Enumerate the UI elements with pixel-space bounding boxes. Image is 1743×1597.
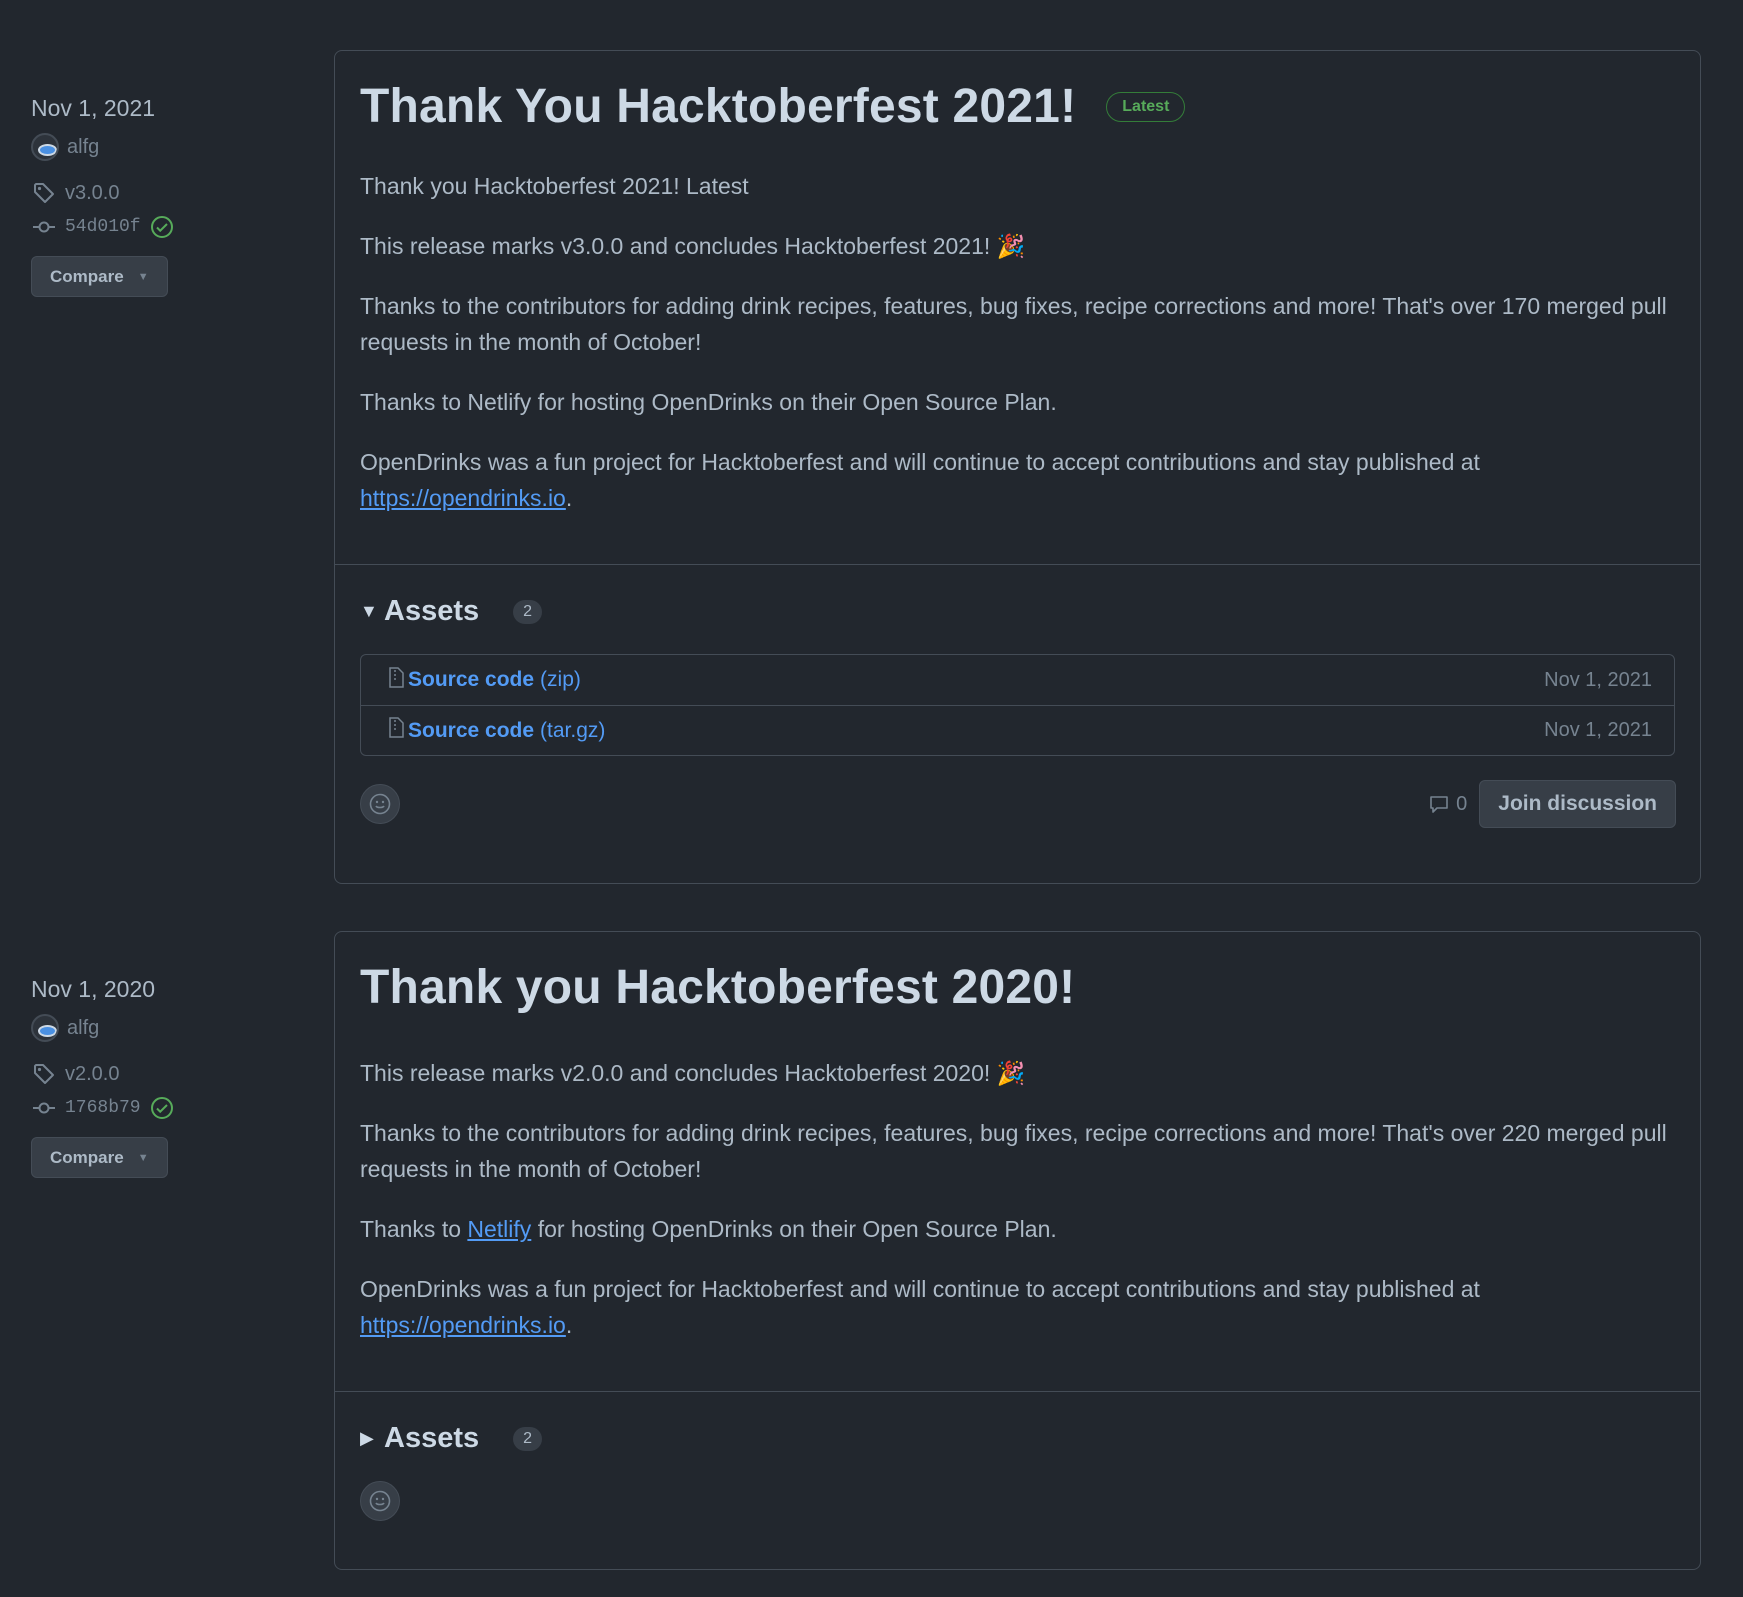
commit-row[interactable]: 54d010f <box>31 210 291 244</box>
add-reaction-button[interactable] <box>360 1481 400 1521</box>
paragraph-text: OpenDrinks was a fun project for Hacktob… <box>360 1276 1480 1302</box>
release-note-paragraph: OpenDrinks was a fun project for Hacktob… <box>360 444 1675 516</box>
asset-date: Nov 1, 2021 <box>1544 719 1652 741</box>
asset-list: Source code (zip) Nov 1, 2021 Source cod… <box>360 654 1675 756</box>
release-date: Nov 1, 2020 <box>31 976 156 1002</box>
netlify-link[interactable]: Netlify <box>467 1216 531 1242</box>
compare-label: Compare <box>50 1147 124 1167</box>
commit-icon <box>31 214 57 240</box>
assets-count-badge: 2 <box>513 1426 543 1451</box>
paragraph-text: for hosting OpenDrinks on their Open Sou… <box>537 1216 1057 1242</box>
assets-toggle[interactable]: ▼ Assets 2 <box>360 595 1675 628</box>
release-date: Nov 1, 2021 <box>31 95 156 121</box>
source-code-targz-link[interactable]: Source code <box>408 719 534 743</box>
paragraph-text: . <box>565 1312 573 1338</box>
caret-right-icon: ▶ <box>360 1428 374 1448</box>
verified-check-icon[interactable] <box>149 214 175 240</box>
paragraph-text: . <box>565 485 573 511</box>
file-zip-icon <box>386 717 406 744</box>
release-footer: 0 Join discussion <box>335 756 1700 852</box>
comment-count[interactable]: 0 <box>1428 793 1467 816</box>
assets-section: ▼ Assets 2 Source code (zip) Nov 1, 2021 <box>335 565 1700 756</box>
release-note-paragraph: Thank you Hacktoberfest 2021! Latest <box>360 173 749 199</box>
comment-icon <box>1430 796 1448 813</box>
commit-row[interactable]: 1768b79 <box>31 1091 291 1125</box>
tag-name[interactable]: v2.0.0 <box>65 1063 119 1086</box>
source-code-zip-link[interactable]: Source code <box>408 668 534 692</box>
release-note-paragraph: This release marks v2.0.0 and concludes … <box>360 1060 1026 1086</box>
commit-icon <box>31 1095 57 1121</box>
release-note-paragraph: Thanks to the contributors for adding dr… <box>360 1120 1667 1182</box>
asset-extension[interactable]: (tar.gz) <box>540 719 605 743</box>
asset-extension[interactable]: (zip) <box>540 668 581 692</box>
author-row[interactable]: alfg <box>31 130 291 164</box>
opendrinks-link[interactable]: https://opendrinks.io <box>360 1312 566 1338</box>
file-zip-icon <box>386 666 406 694</box>
compare-button[interactable]: Compare ▼ <box>31 1137 168 1178</box>
release-sidebar: Nov 1, 2020 alfg v2.0.0 1768b79 Compare … <box>31 931 291 1178</box>
caret-down-icon: ▼ <box>137 270 149 283</box>
tag-row[interactable]: v3.0.0 <box>31 176 291 210</box>
assets-count-badge: 2 <box>513 599 543 624</box>
assets-label: Assets <box>384 595 480 627</box>
paragraph-text: Thanks to <box>360 1216 461 1242</box>
commit-sha[interactable]: 1768b79 <box>65 1098 141 1118</box>
commit-sha[interactable]: 54d010f <box>65 217 141 237</box>
release-note-paragraph: This release marks v3.0.0 and concludes … <box>360 233 1026 259</box>
comment-count-value: 0 <box>1456 792 1468 815</box>
release-card: Thank you Hacktoberfest 2020! This relea… <box>334 931 1701 1570</box>
compare-button[interactable]: Compare ▼ <box>31 256 168 297</box>
tag-name[interactable]: v3.0.0 <box>65 182 119 205</box>
release-note-paragraph: OpenDrinks was a fun project for Hacktob… <box>360 1271 1675 1343</box>
assets-toggle[interactable]: ▶ Assets 2 <box>360 1422 1675 1455</box>
opendrinks-link[interactable]: https://opendrinks.io <box>360 485 566 511</box>
release-card: Thank You Hacktoberfest 2021! Latest Tha… <box>334 50 1701 884</box>
tag-row[interactable]: v2.0.0 <box>31 1057 291 1091</box>
caret-down-icon: ▼ <box>137 1151 149 1164</box>
add-reaction-button[interactable] <box>360 784 400 824</box>
assets-section: ▶ Assets 2 <box>335 1392 1700 1455</box>
release-notes: This release marks v2.0.0 and concludes … <box>360 1055 1675 1343</box>
author-row[interactable]: alfg <box>31 1011 291 1045</box>
paragraph-text: OpenDrinks was a fun project for Hacktob… <box>360 449 1480 475</box>
tag-icon <box>31 1061 57 1087</box>
join-discussion-button[interactable]: Join discussion <box>1479 780 1676 828</box>
smiley-icon <box>369 793 391 815</box>
assets-label: Assets <box>384 1422 480 1454</box>
release-sidebar: Nov 1, 2021 alfg v3.0.0 54d010f Compare … <box>31 50 291 297</box>
asset-date: Nov 1, 2021 <box>1544 668 1652 691</box>
caret-down-icon: ▼ <box>360 601 378 621</box>
tag-icon <box>31 180 57 206</box>
release-note-paragraph: Thanks to the contributors for adding dr… <box>360 293 1667 355</box>
release-note-paragraph: Thanks to Netlify for hosting OpenDrinks… <box>360 1211 1675 1247</box>
smiley-icon <box>369 1490 391 1512</box>
asset-row: Source code (tar.gz) Nov 1, 2021 <box>361 705 1674 755</box>
asset-row: Source code (zip) Nov 1, 2021 <box>361 655 1674 705</box>
release-notes: Thank you Hacktoberfest 2021! Latest Thi… <box>360 168 1675 516</box>
release-note-paragraph: Thanks to Netlify for hosting OpenDrinks… <box>360 389 1057 415</box>
verified-check-icon[interactable] <box>149 1095 175 1121</box>
compare-label: Compare <box>50 266 124 286</box>
latest-badge: Latest <box>1106 91 1186 122</box>
avatar[interactable] <box>31 1014 59 1042</box>
release-title[interactable]: Thank You Hacktoberfest 2021! <box>360 79 1076 134</box>
avatar[interactable] <box>31 133 59 161</box>
author-name[interactable]: alfg <box>67 136 99 159</box>
release-footer <box>335 1455 1700 1545</box>
release-title[interactable]: Thank you Hacktoberfest 2020! <box>360 960 1075 1015</box>
author-name[interactable]: alfg <box>67 1017 99 1040</box>
